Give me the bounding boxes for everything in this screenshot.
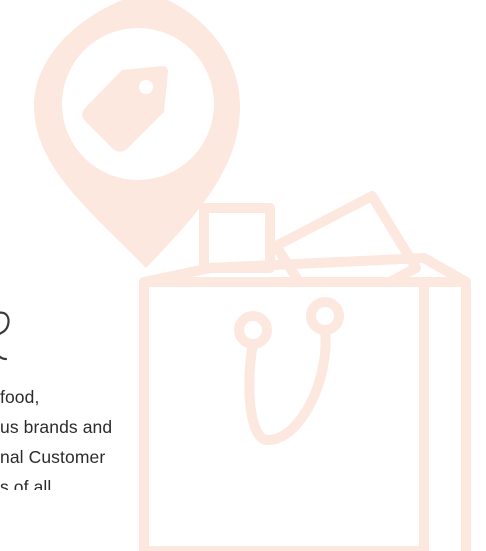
description-line: nal Customer <box>0 447 106 467</box>
description-line: s of all <box>0 477 52 490</box>
description-text: food, us brands and nal Customer s of al… <box>0 382 240 490</box>
shopping-bag-icon <box>139 191 471 551</box>
description-line: food, <box>0 387 40 407</box>
description-line: us brands and <box>0 417 113 437</box>
partial-heading-glyph <box>0 303 16 363</box>
